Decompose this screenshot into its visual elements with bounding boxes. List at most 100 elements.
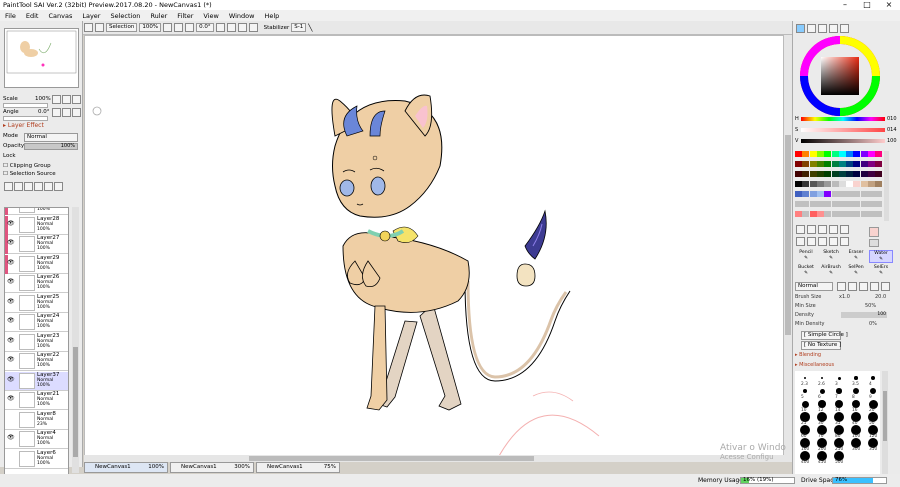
brush-size-dot[interactable] bbox=[854, 376, 858, 380]
tool-selpen[interactable]: SelPen ✎ bbox=[844, 265, 868, 278]
brush-size-mult[interactable]: x1.0 bbox=[839, 294, 850, 300]
visibility-eye-icon[interactable]: 👁 bbox=[7, 278, 15, 285]
layer-row[interactable]: 👁 Layer27 Normal 100% bbox=[5, 235, 68, 254]
layer-row[interactable]: 👁 Layer25 Normal 100% bbox=[5, 293, 68, 313]
brush-size-dot[interactable] bbox=[802, 388, 808, 394]
color-swatch[interactable] bbox=[860, 211, 868, 217]
menu-selection[interactable]: Selection bbox=[105, 12, 145, 20]
navigator-preview[interactable] bbox=[4, 28, 79, 88]
opacity-slider[interactable]: 100% bbox=[24, 143, 78, 150]
color-swatch[interactable] bbox=[860, 171, 868, 177]
copy-layer-icon[interactable] bbox=[34, 182, 43, 191]
zoom-reset-icon[interactable] bbox=[185, 23, 195, 32]
color-swatch[interactable] bbox=[868, 171, 875, 177]
color-swatch[interactable] bbox=[838, 171, 846, 177]
color-wheel[interactable] bbox=[799, 35, 881, 117]
layer-row[interactable]: Layer8 Normal 23% bbox=[5, 410, 68, 430]
tool-selers[interactable]: SelErs ✎ bbox=[869, 265, 893, 278]
new-set-icon[interactable] bbox=[14, 182, 23, 191]
color-swatch[interactable] bbox=[831, 181, 839, 187]
color-swatch[interactable] bbox=[868, 201, 875, 207]
selection-source-checkbox[interactable]: ☐ Selection Source bbox=[3, 171, 56, 178]
nav-zoom-out-icon[interactable] bbox=[52, 95, 61, 104]
rotate-right-icon[interactable] bbox=[226, 23, 236, 32]
color-swatch[interactable] bbox=[846, 201, 854, 207]
color-swatch[interactable] bbox=[846, 191, 854, 197]
visibility-eye-icon[interactable]: 👁 bbox=[7, 298, 15, 305]
color-swatch[interactable] bbox=[809, 201, 817, 207]
brush-mode-select[interactable]: Normal bbox=[795, 282, 833, 291]
canvas-tab[interactable]: NewCanvas1 100% bbox=[84, 462, 168, 473]
new-linework-icon[interactable] bbox=[24, 182, 33, 191]
scale-slider[interactable] bbox=[3, 103, 48, 108]
minimize-button[interactable]: – bbox=[834, 0, 856, 10]
mode-select[interactable]: Normal bbox=[24, 133, 78, 142]
layer-row[interactable]: 👁 Layer22 Normal 100% bbox=[5, 352, 68, 371]
edge-medium-icon[interactable] bbox=[848, 282, 857, 291]
color-swatch[interactable] bbox=[875, 211, 883, 217]
color-swatch[interactable] bbox=[838, 211, 846, 217]
new-layer-icon[interactable] bbox=[4, 182, 13, 191]
brush-size-dot[interactable] bbox=[836, 388, 842, 394]
color-swatch[interactable] bbox=[875, 201, 883, 207]
layer-row[interactable]: 👁 Layer21 Normal 100% bbox=[5, 391, 68, 410]
color-swatch[interactable] bbox=[809, 151, 817, 157]
merge-layer-icon[interactable] bbox=[44, 182, 53, 191]
menu-ruler[interactable]: Ruler bbox=[145, 12, 172, 20]
brush-size-dot[interactable] bbox=[851, 399, 861, 409]
visibility-eye-icon[interactable]: 👁 bbox=[7, 356, 15, 363]
stabilizer-select[interactable]: S-1 bbox=[291, 23, 307, 32]
menu-canvas[interactable]: Canvas bbox=[43, 12, 77, 20]
brush-size-dot[interactable] bbox=[801, 400, 809, 408]
layer-scrollbar[interactable] bbox=[72, 207, 79, 473]
redo-icon[interactable] bbox=[95, 23, 104, 32]
color-swatch[interactable] bbox=[831, 201, 839, 207]
angle-field[interactable]: 0.0° bbox=[196, 23, 214, 32]
menu-edit[interactable]: Edit bbox=[21, 12, 44, 20]
layer-row[interactable]: 👁 Layer24 Normal 100% bbox=[5, 313, 68, 332]
density-slider[interactable]: 100 bbox=[841, 312, 887, 318]
rotate-left-icon[interactable] bbox=[215, 23, 225, 32]
layer-effect-header[interactable]: ▸ Layer Effect bbox=[3, 122, 44, 129]
menu-window[interactable]: Window bbox=[224, 12, 260, 20]
color-swatch[interactable] bbox=[802, 161, 810, 167]
color-picker-icon[interactable] bbox=[840, 237, 849, 246]
layer-row[interactable]: 👁 Layer28 Normal 100% bbox=[5, 215, 68, 235]
color-swatch[interactable] bbox=[824, 201, 832, 207]
color-swatch[interactable] bbox=[875, 161, 883, 167]
tool-bucket[interactable]: Bucket ✎ bbox=[794, 265, 818, 278]
color-swatch[interactable] bbox=[838, 181, 846, 187]
visibility-eye-icon[interactable]: 👁 bbox=[7, 434, 15, 441]
color-swatch[interactable] bbox=[875, 171, 883, 177]
color-swatches[interactable] bbox=[795, 151, 883, 221]
color-swatch[interactable] bbox=[802, 151, 810, 157]
visibility-eye-icon[interactable]: 👁 bbox=[7, 317, 15, 324]
color-swatch[interactable] bbox=[860, 181, 868, 187]
nav-rotate-left-icon[interactable] bbox=[52, 108, 61, 117]
color-swatch[interactable] bbox=[860, 201, 868, 207]
v-slider[interactable] bbox=[801, 139, 885, 143]
brush-size-dot[interactable] bbox=[835, 400, 843, 408]
color-swatch[interactable] bbox=[860, 161, 868, 167]
tool-pencil[interactable]: Pencil ✎ bbox=[794, 250, 818, 263]
nav-rotate-right-icon[interactable] bbox=[62, 108, 71, 117]
color-swatch[interactable] bbox=[795, 171, 802, 177]
tool-sketch[interactable]: Sketch ✎ bbox=[819, 250, 843, 263]
eyedropper-icon[interactable] bbox=[829, 225, 838, 234]
color-swatch[interactable] bbox=[868, 161, 875, 167]
nav-rotate-reset-icon[interactable] bbox=[72, 108, 81, 117]
maximize-button[interactable]: □ bbox=[856, 0, 878, 10]
tool-water[interactable]: Water ✎ bbox=[869, 250, 893, 263]
canvas-tab[interactable]: NewCanvas1 300% bbox=[170, 462, 254, 473]
color-swatch[interactable] bbox=[846, 211, 854, 217]
color-swatch[interactable] bbox=[795, 191, 802, 197]
color-swatch[interactable] bbox=[838, 161, 846, 167]
layer-row[interactable]: 👁 Layer26 Normal 100% bbox=[5, 274, 68, 293]
canvas-vertical-scrollbar[interactable] bbox=[784, 35, 792, 462]
edge-square-icon[interactable] bbox=[870, 282, 879, 291]
color-swatch[interactable] bbox=[809, 211, 817, 217]
color-swatch[interactable] bbox=[824, 161, 832, 167]
zoom-icon[interactable] bbox=[807, 237, 816, 246]
brush-size-dot[interactable] bbox=[853, 388, 859, 394]
color-swatch[interactable] bbox=[795, 151, 802, 157]
